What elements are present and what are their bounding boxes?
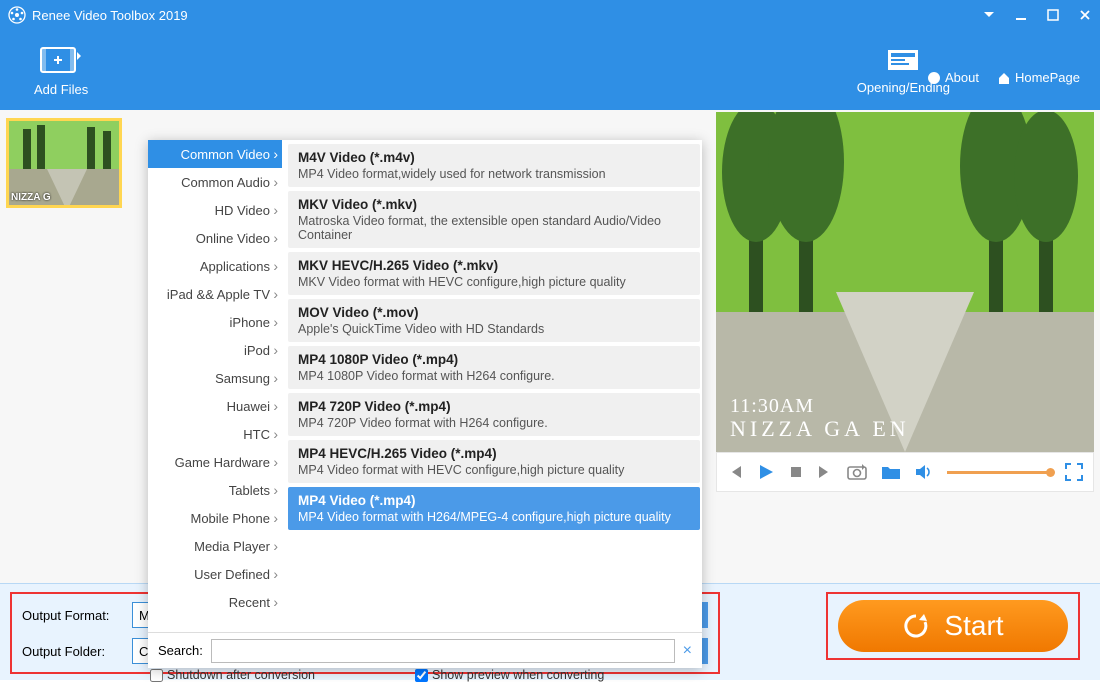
format-item[interactable]: MP4 Video (*.mp4) MP4 Video format with H… <box>288 487 700 530</box>
category-item[interactable]: Mobile Phone <box>148 504 282 532</box>
format-item[interactable]: MP4 1080P Video (*.mp4) MP4 1080P Video f… <box>288 346 700 389</box>
camera-icon[interactable] <box>847 463 867 481</box>
category-item[interactable]: iPhone <box>148 308 282 336</box>
category-item[interactable]: Common Video <box>148 140 282 168</box>
format-desc: Apple's QuickTime Video with HD Standard… <box>298 322 690 336</box>
category-item[interactable]: Applications <box>148 252 282 280</box>
category-item[interactable]: Samsung <box>148 364 282 392</box>
close-icon[interactable] <box>1078 8 1092 22</box>
format-title: MKV Video (*.mkv) <box>298 197 690 212</box>
format-desc: MP4 Video format with HEVC configure,hig… <box>298 463 690 477</box>
format-popup: Common VideoCommon AudioHD VideoOnline V… <box>148 140 702 668</box>
prev-icon[interactable] <box>727 464 743 480</box>
homepage-link[interactable]: HomePage <box>997 70 1080 85</box>
category-item[interactable]: iPad && Apple TV <box>148 280 282 308</box>
format-desc: MP4 720P Video format with H264 configur… <box>298 416 690 430</box>
format-desc: Matroska Video format, the extensible op… <box>298 214 690 242</box>
start-box: Start <box>826 592 1080 660</box>
format-search-row: Search: × <box>148 632 702 668</box>
titlebar: Renee Video Toolbox 2019 <box>0 0 1100 30</box>
dropdown-icon[interactable] <box>982 8 996 22</box>
format-title: M4V Video (*.m4v) <box>298 150 690 165</box>
preview-timestamp: 11:30AM <box>730 395 814 418</box>
format-item[interactable]: MP4 HEVC/H.265 Video (*.mp4) MP4 Video fo… <box>288 440 700 483</box>
format-title: MP4 720P Video (*.mp4) <box>298 399 690 414</box>
volume-icon[interactable] <box>915 464 933 480</box>
format-item[interactable]: MP4 720P Video (*.mp4) MP4 720P Video for… <box>288 393 700 436</box>
thumbnail-caption: NIZZA G <box>11 192 51 203</box>
video-preview[interactable]: 11:30AM NIZZA GA EN <box>716 112 1094 452</box>
minimize-icon[interactable] <box>1014 8 1028 22</box>
category-item[interactable]: Online Video <box>148 224 282 252</box>
format-title: MKV HEVC/H.265 Video (*.mkv) <box>298 258 690 273</box>
category-item[interactable]: Huawei <box>148 392 282 420</box>
fullscreen-icon[interactable] <box>1065 463 1083 481</box>
output-format-label: Output Format: <box>22 608 132 623</box>
play-icon[interactable] <box>757 463 775 481</box>
main-toolbar: Add Files Opening/Ending About HomePage <box>0 30 1100 110</box>
clear-search-icon[interactable]: × <box>683 642 692 660</box>
category-item[interactable]: Tablets <box>148 476 282 504</box>
category-list: Common VideoCommon AudioHD VideoOnline V… <box>148 140 282 632</box>
preview-caption: NIZZA GA EN <box>730 416 910 442</box>
app-logo-icon <box>8 6 26 24</box>
volume-slider[interactable] <box>947 471 1051 474</box>
preview-panel: 11:30AM NIZZA GA EN <box>716 112 1094 492</box>
format-list[interactable]: M4V Video (*.m4v) MP4 Video format,widely… <box>282 140 702 632</box>
category-item[interactable]: HD Video <box>148 196 282 224</box>
output-folder-label: Output Folder: <box>22 644 132 659</box>
format-desc: MP4 Video format,widely used for network… <box>298 167 690 181</box>
about-link[interactable]: About <box>927 70 979 85</box>
file-thumbnail-column: NIZZA G <box>0 110 140 583</box>
category-item[interactable]: HTC <box>148 420 282 448</box>
format-item[interactable]: MKV Video (*.mkv) Matroska Video format, … <box>288 191 700 248</box>
category-item[interactable]: User Defined <box>148 560 282 588</box>
player-controls <box>716 452 1094 492</box>
category-item[interactable]: Common Audio <box>148 168 282 196</box>
content-area: NIZZA G Clear R 11:30AM NIZZA GA EN <box>0 110 1100 583</box>
format-desc: MP4 Video format with H264/MPEG-4 config… <box>298 510 690 524</box>
folder-icon[interactable] <box>881 464 901 480</box>
format-title: MP4 HEVC/H.265 Video (*.mp4) <box>298 446 690 461</box>
format-title: MP4 1080P Video (*.mp4) <box>298 352 690 367</box>
category-item[interactable]: Recent <box>148 588 282 616</box>
format-item[interactable]: MOV Video (*.mov) Apple's QuickTime Video… <box>288 299 700 342</box>
format-item[interactable]: MKV HEVC/H.265 Video (*.mkv) MKV Video fo… <box>288 252 700 295</box>
format-desc: MP4 1080P Video format with H264 configu… <box>298 369 690 383</box>
format-desc: MKV Video format with HEVC configure,hig… <box>298 275 690 289</box>
category-item[interactable]: Game Hardware <box>148 448 282 476</box>
add-files-label: Add Files <box>34 82 88 97</box>
category-item[interactable]: Media Player <box>148 532 282 560</box>
category-item[interactable]: iPod <box>148 336 282 364</box>
format-item[interactable]: M4V Video (*.m4v) MP4 Video format,widely… <box>288 144 700 187</box>
format-title: MP4 Video (*.mp4) <box>298 493 690 508</box>
maximize-icon[interactable] <box>1046 8 1060 22</box>
stop-icon[interactable] <box>789 465 803 479</box>
add-files-button[interactable]: Add Files <box>34 44 88 97</box>
format-search-input[interactable] <box>211 639 675 663</box>
search-label: Search: <box>158 643 203 658</box>
app-title: Renee Video Toolbox 2019 <box>32 8 188 23</box>
format-title: MOV Video (*.mov) <box>298 305 690 320</box>
start-button[interactable]: Start <box>838 600 1068 652</box>
refresh-icon <box>902 612 930 640</box>
next-icon[interactable] <box>817 464 833 480</box>
video-thumbnail[interactable]: NIZZA G <box>6 118 122 208</box>
